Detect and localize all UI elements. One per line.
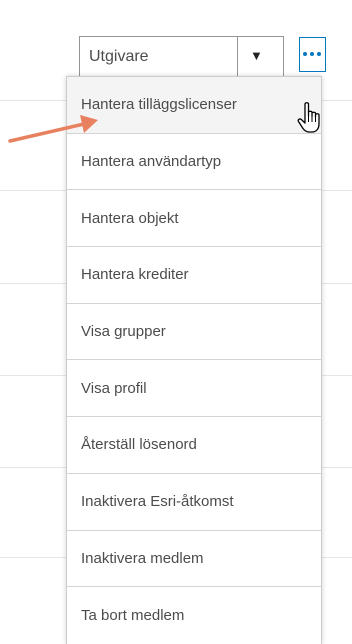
- annotation-arrow-icon: [8, 115, 98, 143]
- hand-cursor-icon: [297, 102, 320, 133]
